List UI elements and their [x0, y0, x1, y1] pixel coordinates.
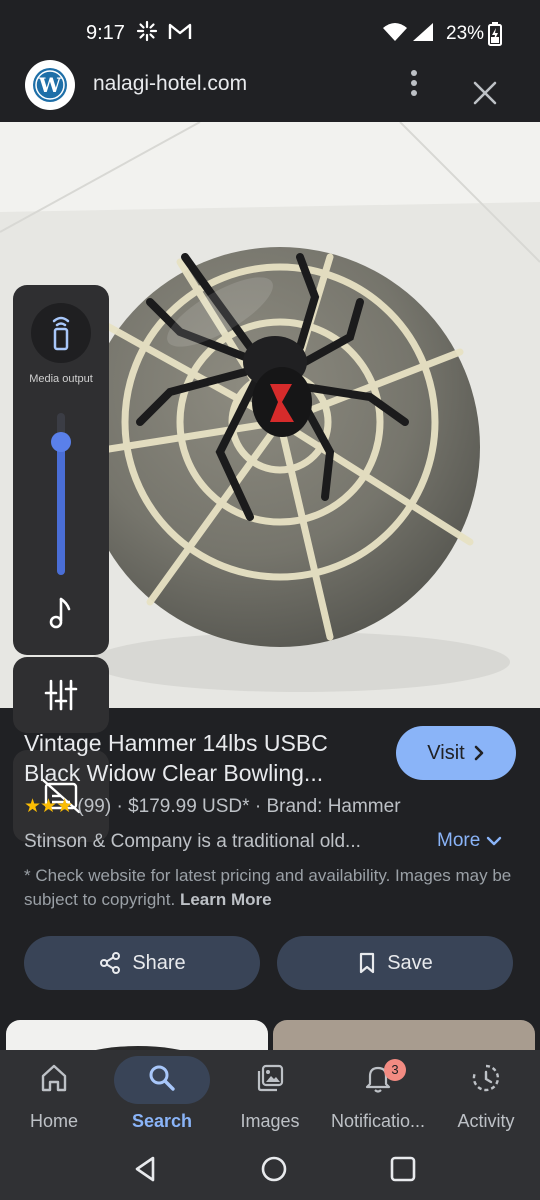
nav-label: Notificatio... — [330, 1111, 426, 1131]
brand: Brand: Hammer — [266, 796, 401, 817]
nav-notifications[interactable]: 3 Notificatio... — [324, 1050, 432, 1140]
bottom-navigation: Home Search Images 3 Notificatio... Acti… — [0, 1050, 540, 1140]
share-icon — [100, 952, 121, 974]
more-options-icon[interactable] — [402, 68, 426, 98]
save-label: Save — [387, 951, 433, 974]
signal-icon — [413, 23, 433, 41]
rating-stars: ★★★ — [24, 796, 73, 817]
home-circle-icon[interactable] — [259, 1154, 289, 1184]
home-icon — [41, 1064, 67, 1092]
share-button[interactable]: Share — [24, 936, 260, 990]
nav-activity[interactable]: Activity — [432, 1050, 540, 1140]
site-logo-icon[interactable]: W — [25, 60, 75, 110]
notification-badge: 3 — [384, 1059, 406, 1081]
price: $179.99 USD* — [128, 796, 250, 817]
back-icon[interactable] — [131, 1154, 161, 1184]
gmail-icon — [168, 23, 192, 39]
learn-more-link[interactable]: Learn More — [180, 890, 272, 909]
nav-images[interactable]: Images — [216, 1050, 324, 1140]
browser-header: W nalagi-hotel.com — [0, 56, 540, 122]
wifi-icon — [383, 23, 407, 41]
nav-search[interactable]: Search — [108, 1050, 216, 1140]
status-bar: 9:17 23% — [0, 0, 540, 62]
visit-label: Visit — [427, 741, 465, 764]
result-title-line1: Vintage Hammer 14lbs USBC — [24, 730, 328, 756]
volume-slider-fill — [57, 442, 65, 575]
review-count: (99) — [77, 796, 112, 817]
search-icon — [149, 1065, 175, 1091]
volume-slider-thumb[interactable] — [51, 432, 71, 452]
svg-text:W: W — [38, 73, 62, 97]
close-icon[interactable] — [470, 78, 500, 108]
battery-charging-icon — [488, 22, 502, 46]
music-note-icon[interactable] — [45, 595, 77, 631]
more-label: More — [437, 830, 481, 851]
equalizer-button[interactable] — [13, 657, 109, 733]
sparkle-notification-icon — [136, 20, 158, 42]
result-title-line2: Black Widow Clear Bowling... — [24, 760, 324, 786]
activity-icon — [472, 1064, 500, 1092]
recents-icon[interactable] — [388, 1154, 418, 1184]
save-button[interactable]: Save — [277, 936, 513, 990]
nav-label: Search — [131, 1111, 193, 1131]
media-output-button[interactable] — [31, 303, 91, 363]
status-time: 9:17 — [86, 22, 125, 44]
bookmark-icon — [360, 952, 375, 974]
system-navigation — [0, 1140, 540, 1200]
nav-label: Home — [29, 1111, 78, 1131]
images-icon — [257, 1064, 284, 1092]
result-description: Stinson & Company is a traditional old..… — [24, 831, 361, 852]
share-label: Share — [132, 951, 186, 974]
result-meta: ★★★ (99) · $179.99 USD* · Brand: Hammer — [24, 796, 401, 817]
media-output-label: Media output — [29, 373, 93, 385]
visit-button[interactable]: Visit — [396, 726, 516, 780]
media-output-icon — [52, 316, 70, 351]
chevron-right-icon — [474, 745, 484, 761]
battery-percent: 23% — [446, 23, 485, 44]
media-volume-panel: Media output — [13, 285, 109, 655]
nav-label: Images — [240, 1111, 300, 1131]
more-button[interactable]: More — [437, 830, 502, 852]
result-title[interactable]: Vintage Hammer 14lbs USBC Black Widow Cl… — [24, 728, 374, 788]
nav-label: Activity — [457, 1111, 515, 1131]
chevron-down-icon — [487, 836, 502, 846]
disclaimer: * Check website for latest pricing and a… — [24, 864, 516, 912]
site-url[interactable]: nalagi-hotel.com — [93, 72, 247, 96]
volume-slider[interactable] — [51, 413, 71, 575]
equalizer-icon — [44, 679, 78, 711]
nav-home[interactable]: Home — [0, 1050, 108, 1140]
